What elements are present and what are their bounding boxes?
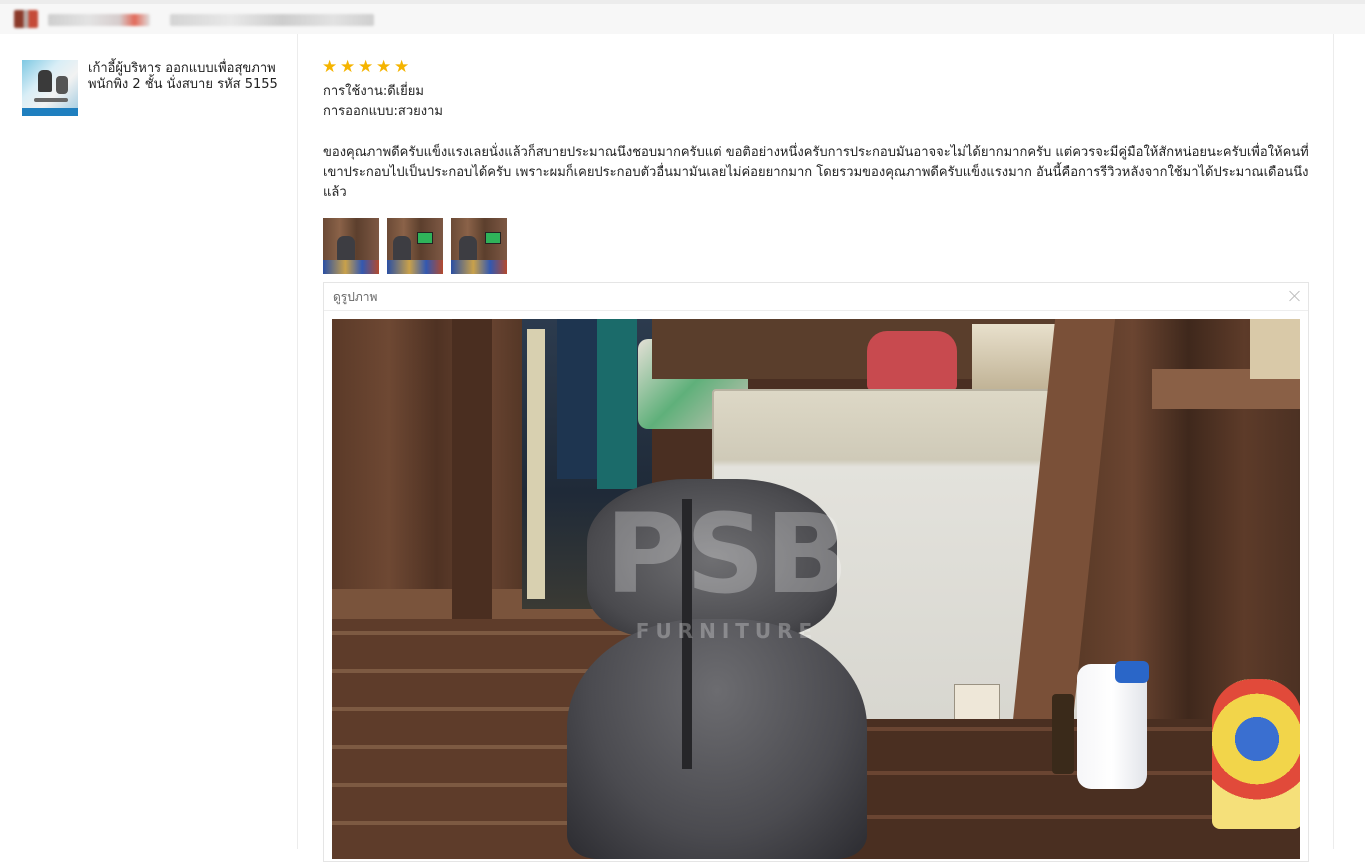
review-photo-thumb-1[interactable]: [323, 218, 379, 274]
close-icon[interactable]: [1288, 289, 1302, 303]
rating-stars: ★ ★ ★ ★ ★: [322, 57, 410, 77]
photo-viewer: ดูรูปภาพ PSB FURNITURE: [323, 282, 1309, 862]
watermark-subtext: FURNITURE: [635, 619, 819, 643]
product-title[interactable]: เก้าอี้ผู้บริหาร ออกแบบเพื่อสุขภาพ พนักพ…: [88, 61, 278, 93]
watermark-text: PSB: [605, 490, 849, 618]
review-photo-thumb-2[interactable]: [387, 218, 443, 274]
star-icon: ★: [340, 57, 356, 77]
attribute-design: การออกแบบ:สวยงาม: [323, 104, 443, 119]
star-icon: ★: [394, 57, 410, 77]
product-column: เก้าอี้ผู้บริหาร ออกแบบเพื่อสุขภาพ พนักพ…: [0, 34, 298, 849]
review-photo-large[interactable]: PSB FURNITURE: [332, 319, 1300, 859]
review-photo-thumb-3[interactable]: [451, 218, 507, 274]
star-icon: ★: [376, 57, 392, 77]
reviewer-header: [0, 0, 1365, 34]
star-icon: ★: [358, 57, 374, 77]
review-meta-redacted: [170, 14, 374, 26]
reviewer-name-redacted: [48, 14, 150, 26]
column-divider: [1333, 34, 1334, 849]
attribute-usage: การใช้งาน:ดีเยี่ยม: [323, 84, 424, 99]
review-text: ของคุณภาพดีครับแข็งแรงเลยนั่งแล้วก็สบายป…: [323, 145, 1309, 200]
star-icon: ★: [322, 57, 338, 77]
product-thumbnail[interactable]: [22, 60, 78, 116]
photo-viewer-title: ดูรูปภาพ: [333, 290, 378, 304]
photo-viewer-header: ดูรูปภาพ: [324, 283, 1308, 311]
reviewer-avatar: [14, 10, 38, 28]
